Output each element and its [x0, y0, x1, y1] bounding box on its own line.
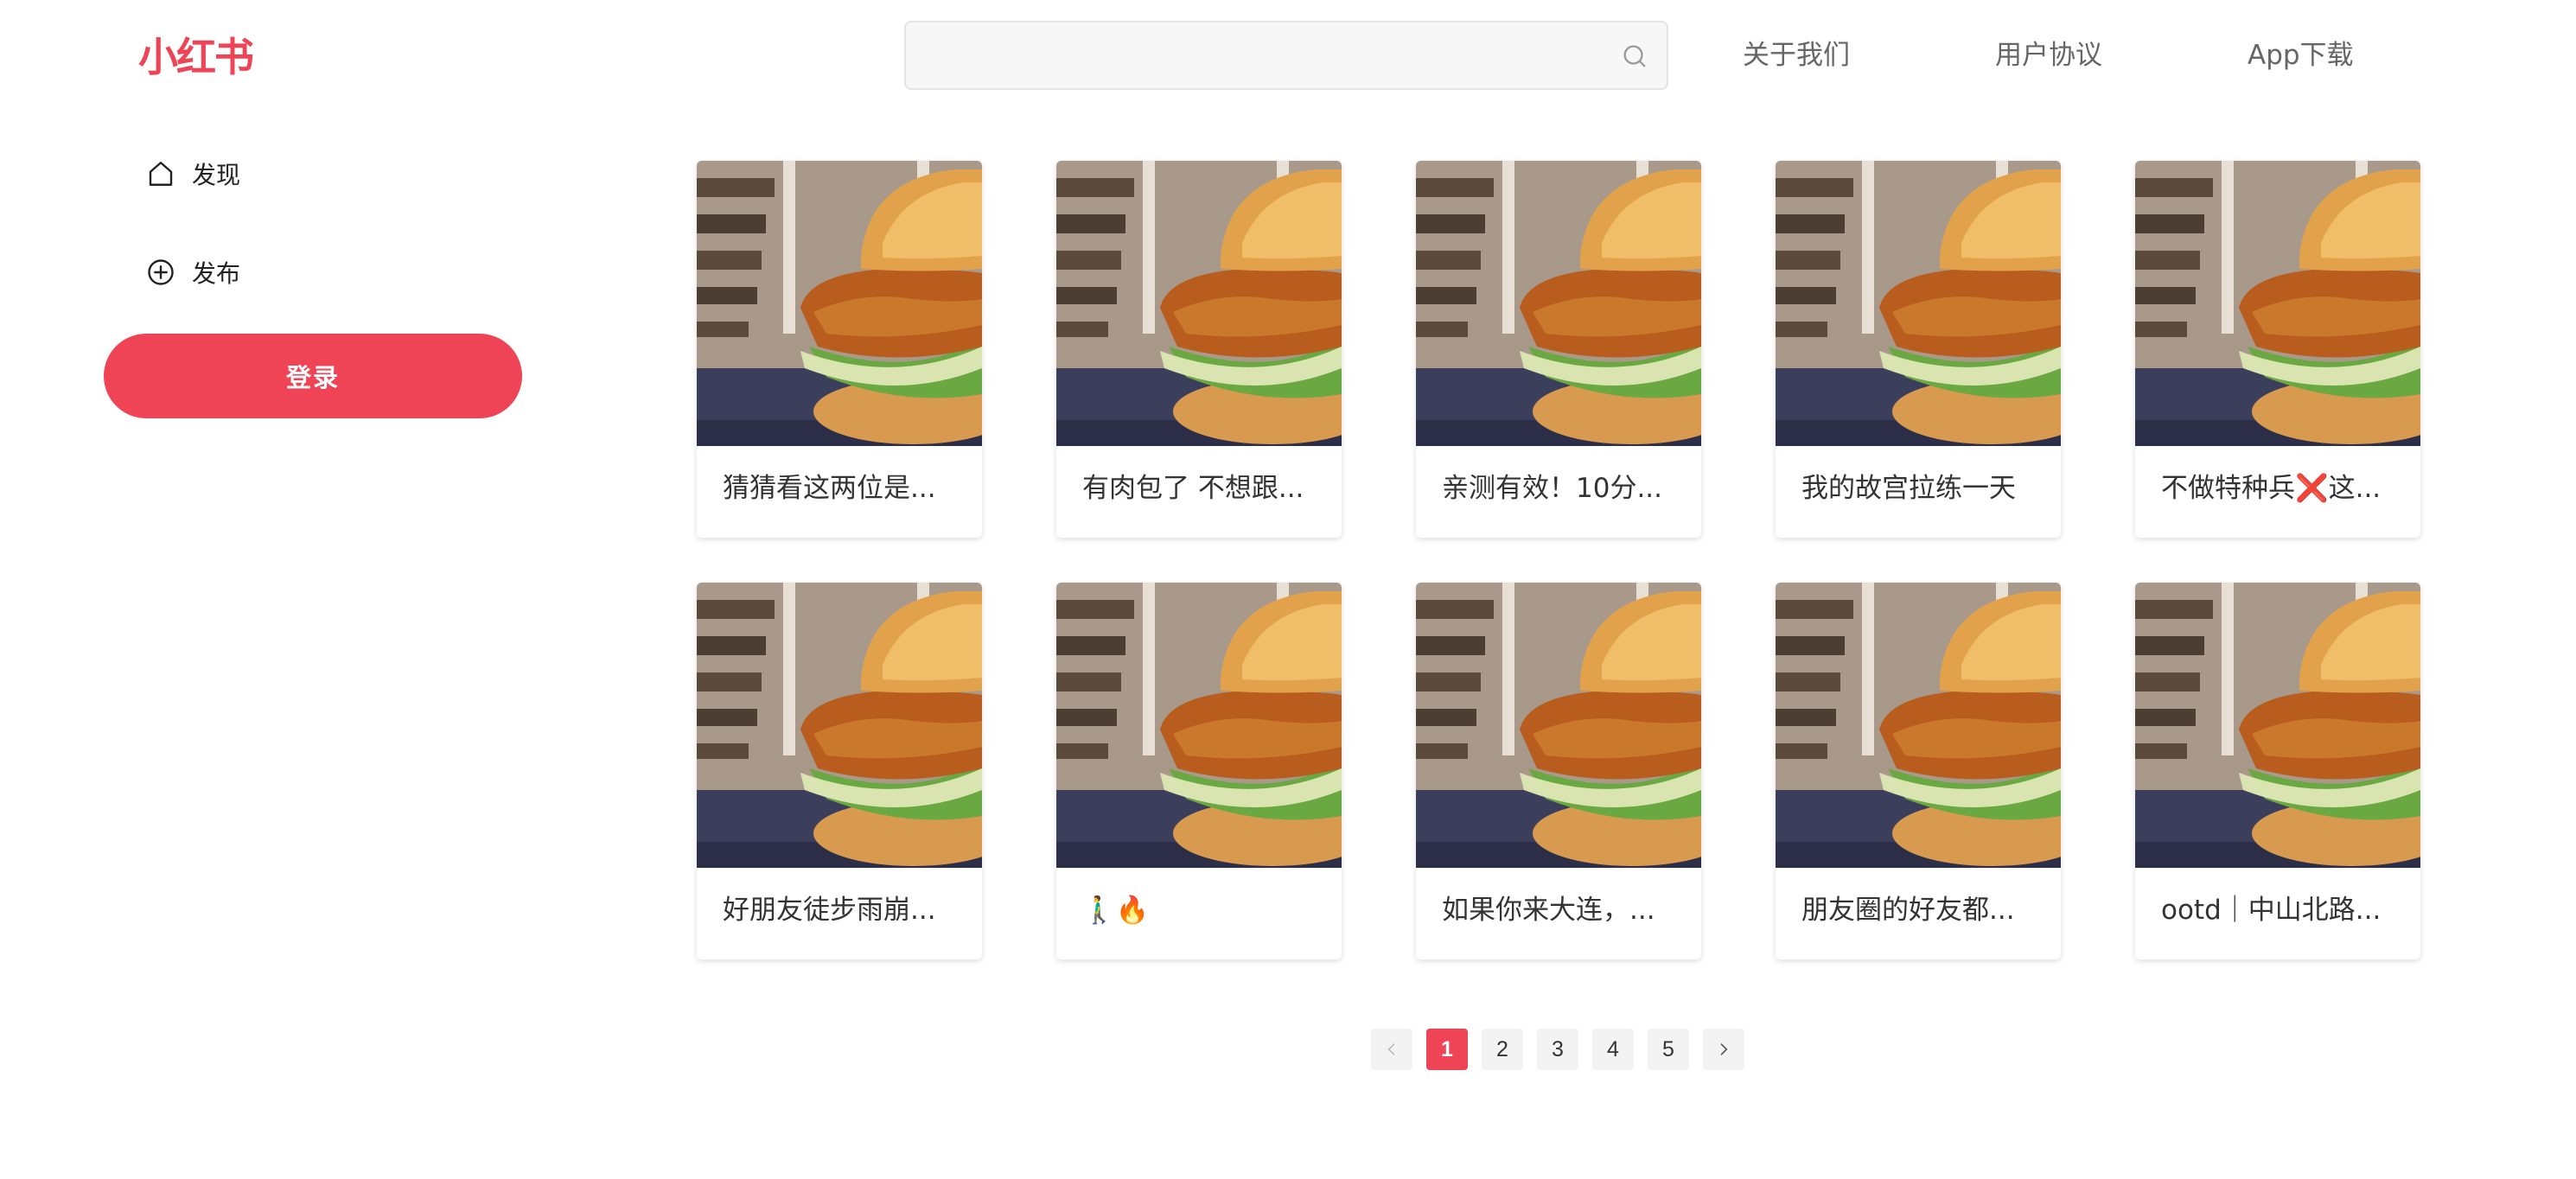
search-icon[interactable]: [1620, 41, 1649, 71]
note-thumbnail: [1056, 161, 1342, 446]
note-card[interactable]: 亲测有效！10分...: [1416, 161, 1701, 538]
note-card[interactable]: 猜猜看这两位是...: [697, 161, 982, 538]
page-button-2[interactable]: 2: [1482, 1029, 1523, 1070]
note-title: 🚶‍♂️🔥: [1082, 895, 1150, 926]
note-thumbnail: [1416, 161, 1701, 446]
chevron-left-icon: [1387, 1043, 1395, 1055]
note-thumbnail: [1776, 583, 2061, 868]
feed-grid: 猜猜看这两位是... 有肉包了 不想跟... 亲测有效！10分... 我的故宫拉…: [697, 161, 2420, 959]
note-card[interactable]: 朋友圈的好友都...: [1776, 583, 2061, 959]
note-thumbnail: [2135, 161, 2420, 446]
note-title: 亲测有效！10分...: [1442, 473, 1663, 504]
pagination: 1 2 3 4 5: [1371, 1029, 1744, 1070]
note-title: 猜猜看这两位是...: [723, 473, 936, 504]
link-about-us[interactable]: 关于我们: [1743, 35, 1850, 76]
note-card[interactable]: 如果你来大连，...: [1416, 583, 1701, 959]
note-card[interactable]: 我的故宫拉练一天: [1776, 161, 2061, 538]
login-button[interactable]: 登录: [104, 334, 522, 418]
page-button-1[interactable]: 1: [1426, 1029, 1468, 1070]
logo[interactable]: 小红书: [138, 33, 254, 81]
prev-page-button[interactable]: [1371, 1029, 1412, 1070]
note-card[interactable]: 不做特种兵❌这...: [2135, 161, 2420, 538]
link-user-agreement[interactable]: 用户协议: [1995, 35, 2102, 76]
search-input[interactable]: [906, 22, 1667, 88]
search-box[interactable]: [904, 21, 1668, 90]
note-thumbnail: [697, 161, 982, 446]
note-title: 不做特种兵❌这...: [2161, 473, 2382, 504]
note-title: ootd｜中山北路...: [2161, 895, 2382, 926]
note-thumbnail: [1776, 161, 2061, 446]
link-app-download[interactable]: App下载: [2248, 35, 2354, 76]
page: 小红书 关于我们 用户协议 App下载 发现 发布 登录 猜猜看这两位是...: [0, 0, 2576, 1179]
note-title: 如果你来大连，...: [1442, 895, 1655, 926]
page-button-4[interactable]: 4: [1592, 1029, 1634, 1070]
note-title: 朋友圈的好友都...: [1801, 895, 2015, 926]
note-card[interactable]: 有肉包了 不想跟...: [1056, 161, 1342, 538]
sidebar-item-publish[interactable]: 发布: [145, 251, 240, 294]
note-card[interactable]: 好朋友徒步雨崩...: [697, 583, 982, 959]
next-page-button[interactable]: [1703, 1029, 1744, 1070]
note-title: 有肉包了 不想跟...: [1082, 473, 1304, 504]
note-title: 好朋友徒步雨崩...: [723, 895, 936, 926]
page-button-3[interactable]: 3: [1537, 1029, 1578, 1070]
home-icon: [149, 162, 173, 186]
chevron-right-icon: [1720, 1043, 1728, 1055]
note-thumbnail: [697, 583, 982, 868]
note-thumbnail: [1056, 583, 1342, 868]
note-thumbnail: [2135, 583, 2420, 868]
note-thumbnail: [1416, 583, 1701, 868]
page-button-5[interactable]: 5: [1648, 1029, 1689, 1070]
sidebar-item-label: 发现: [192, 161, 241, 189]
note-card[interactable]: 🚶‍♂️🔥: [1056, 583, 1342, 959]
note-title: 我的故宫拉练一天: [1801, 473, 2016, 504]
sidebar-item-label: 发布: [192, 259, 241, 288]
note-card[interactable]: ootd｜中山北路...: [2135, 583, 2420, 959]
sidebar-item-discover[interactable]: 发现: [145, 152, 240, 195]
plus-circle-icon: [148, 259, 174, 285]
